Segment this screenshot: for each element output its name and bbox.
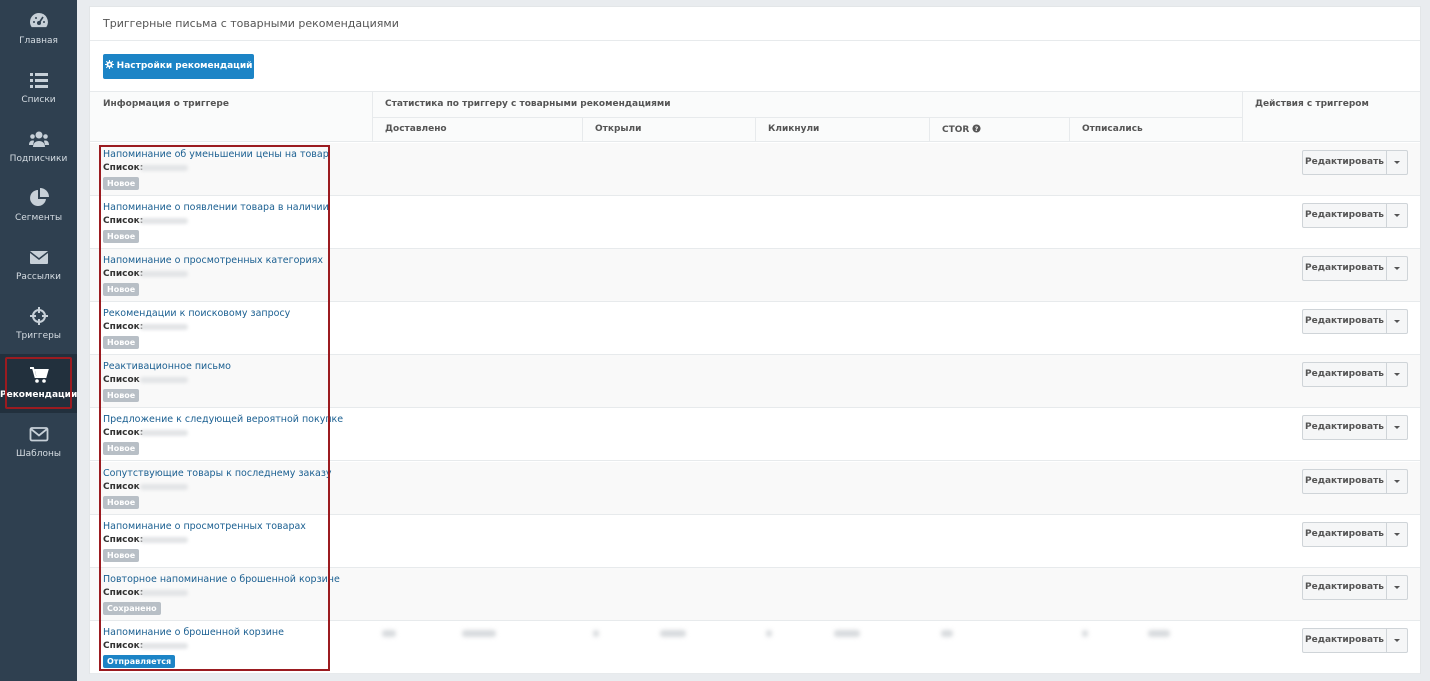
edit-button[interactable]: Редактировать <box>1303 523 1387 546</box>
crosshairs-icon <box>29 307 48 325</box>
stat-value-redacted <box>766 630 772 637</box>
sidebar-item-mailings[interactable]: Рассылки <box>0 236 77 295</box>
edit-dropdown-toggle[interactable] <box>1387 576 1407 599</box>
edit-dropdown-toggle[interactable] <box>1387 310 1407 333</box>
stat-value-redacted <box>593 630 599 637</box>
edit-button[interactable]: Редактировать <box>1303 470 1387 493</box>
trigger-names-highlight-frame <box>99 145 330 671</box>
sidebar-item-label: Рассылки <box>16 272 61 282</box>
edit-button-group: Редактировать <box>1302 309 1408 334</box>
header-opened[interactable]: Открыли <box>595 124 641 134</box>
edit-dropdown-toggle[interactable] <box>1387 629 1407 652</box>
edit-dropdown-toggle[interactable] <box>1387 523 1407 546</box>
edit-button-group: Редактировать <box>1302 469 1408 494</box>
edit-dropdown-toggle[interactable] <box>1387 416 1407 439</box>
sidebar-item-home[interactable]: Главная <box>0 0 77 59</box>
edit-button[interactable]: Редактировать <box>1303 151 1387 174</box>
edit-button-group: Редактировать <box>1302 628 1408 653</box>
edit-dropdown-toggle[interactable] <box>1387 470 1407 493</box>
divider <box>582 117 583 142</box>
envelope-outline-icon <box>29 427 48 442</box>
edit-button[interactable]: Редактировать <box>1303 310 1387 333</box>
header-unsubscribed[interactable]: Отписались <box>1082 124 1143 134</box>
sidebar-item-subscribers[interactable]: Подписчики <box>0 118 77 177</box>
edit-button-group: Редактировать <box>1302 150 1408 175</box>
edit-button-group: Редактировать <box>1302 522 1408 547</box>
stat-value-redacted <box>834 630 860 637</box>
sidebar-item-segments[interactable]: Сегменты <box>0 177 77 236</box>
header-trigger-info: Информация о триггере <box>103 99 229 109</box>
stat-value-redacted <box>462 630 496 637</box>
sidebar-item-label: Подписчики <box>9 154 68 164</box>
edit-dropdown-toggle[interactable] <box>1387 363 1407 386</box>
sidebar-item-lists[interactable]: Списки <box>0 59 77 118</box>
sidebar: Главная Списки Подписчики Сегменты Рассы… <box>0 0 77 681</box>
divider <box>90 40 1420 41</box>
sidebar-item-label: Списки <box>21 95 56 105</box>
page-title: Триггерные письма с товарными рекомендац… <box>103 17 399 30</box>
question-circle-icon[interactable]: ? <box>972 124 982 133</box>
active-nav-highlight-frame <box>5 357 72 409</box>
list-icon <box>29 73 48 88</box>
users-icon <box>28 131 49 147</box>
header-actions: Действия с триггером <box>1255 99 1369 109</box>
divider <box>1242 92 1243 142</box>
header-ctor[interactable]: CTOR ? <box>942 124 982 135</box>
divider <box>929 117 930 142</box>
header-clicked[interactable]: Кликнули <box>768 124 819 134</box>
gear-icon <box>104 60 114 69</box>
edit-button-group: Редактировать <box>1302 415 1408 440</box>
sidebar-item-label: Шаблоны <box>16 449 61 459</box>
divider <box>755 117 756 142</box>
edit-button[interactable]: Редактировать <box>1303 576 1387 599</box>
sidebar-item-label: Главная <box>19 36 58 46</box>
edit-button[interactable]: Редактировать <box>1303 416 1387 439</box>
edit-button[interactable]: Редактировать <box>1303 363 1387 386</box>
edit-button[interactable]: Редактировать <box>1303 257 1387 280</box>
header-stats: Статистика по триггеру с товарными реком… <box>385 99 671 109</box>
divider <box>372 91 373 142</box>
dashboard-icon <box>29 13 48 28</box>
header-delivered[interactable]: Доставлено <box>385 124 447 134</box>
pie-chart-icon <box>29 188 49 206</box>
edit-button-group: Редактировать <box>1302 203 1408 228</box>
sidebar-item-label: Сегменты <box>14 213 63 223</box>
edit-button-group: Редактировать <box>1302 256 1408 281</box>
svg-text:?: ? <box>975 126 979 133</box>
divider <box>372 117 1242 118</box>
envelope-icon <box>29 251 48 264</box>
edit-button[interactable]: Редактировать <box>1303 204 1387 227</box>
sidebar-item-triggers[interactable]: Триггеры <box>0 295 77 354</box>
header-ctor-label: CTOR <box>942 125 970 135</box>
sidebar-item-label: Триггеры <box>16 331 61 341</box>
stat-value-redacted <box>382 630 396 637</box>
table-header: Информация о триггере Статистика по триг… <box>90 91 1420 142</box>
edit-button-group: Редактировать <box>1302 362 1408 387</box>
stat-value-redacted <box>941 630 953 637</box>
stat-value-redacted <box>1148 630 1170 637</box>
stat-value-redacted <box>660 630 686 637</box>
recommendation-settings-button[interactable]: Настройки рекомендаций <box>103 54 254 92</box>
sidebar-item-templates[interactable]: Шаблоны <box>0 413 77 472</box>
edit-dropdown-toggle[interactable] <box>1387 257 1407 280</box>
edit-dropdown-toggle[interactable] <box>1387 204 1407 227</box>
edit-button[interactable]: Редактировать <box>1303 629 1387 652</box>
edit-button-group: Редактировать <box>1302 575 1408 600</box>
divider <box>1069 117 1070 142</box>
settings-button-label: Настройки рекомендаций <box>116 61 253 71</box>
edit-dropdown-toggle[interactable] <box>1387 151 1407 174</box>
stat-value-redacted <box>1082 630 1088 637</box>
